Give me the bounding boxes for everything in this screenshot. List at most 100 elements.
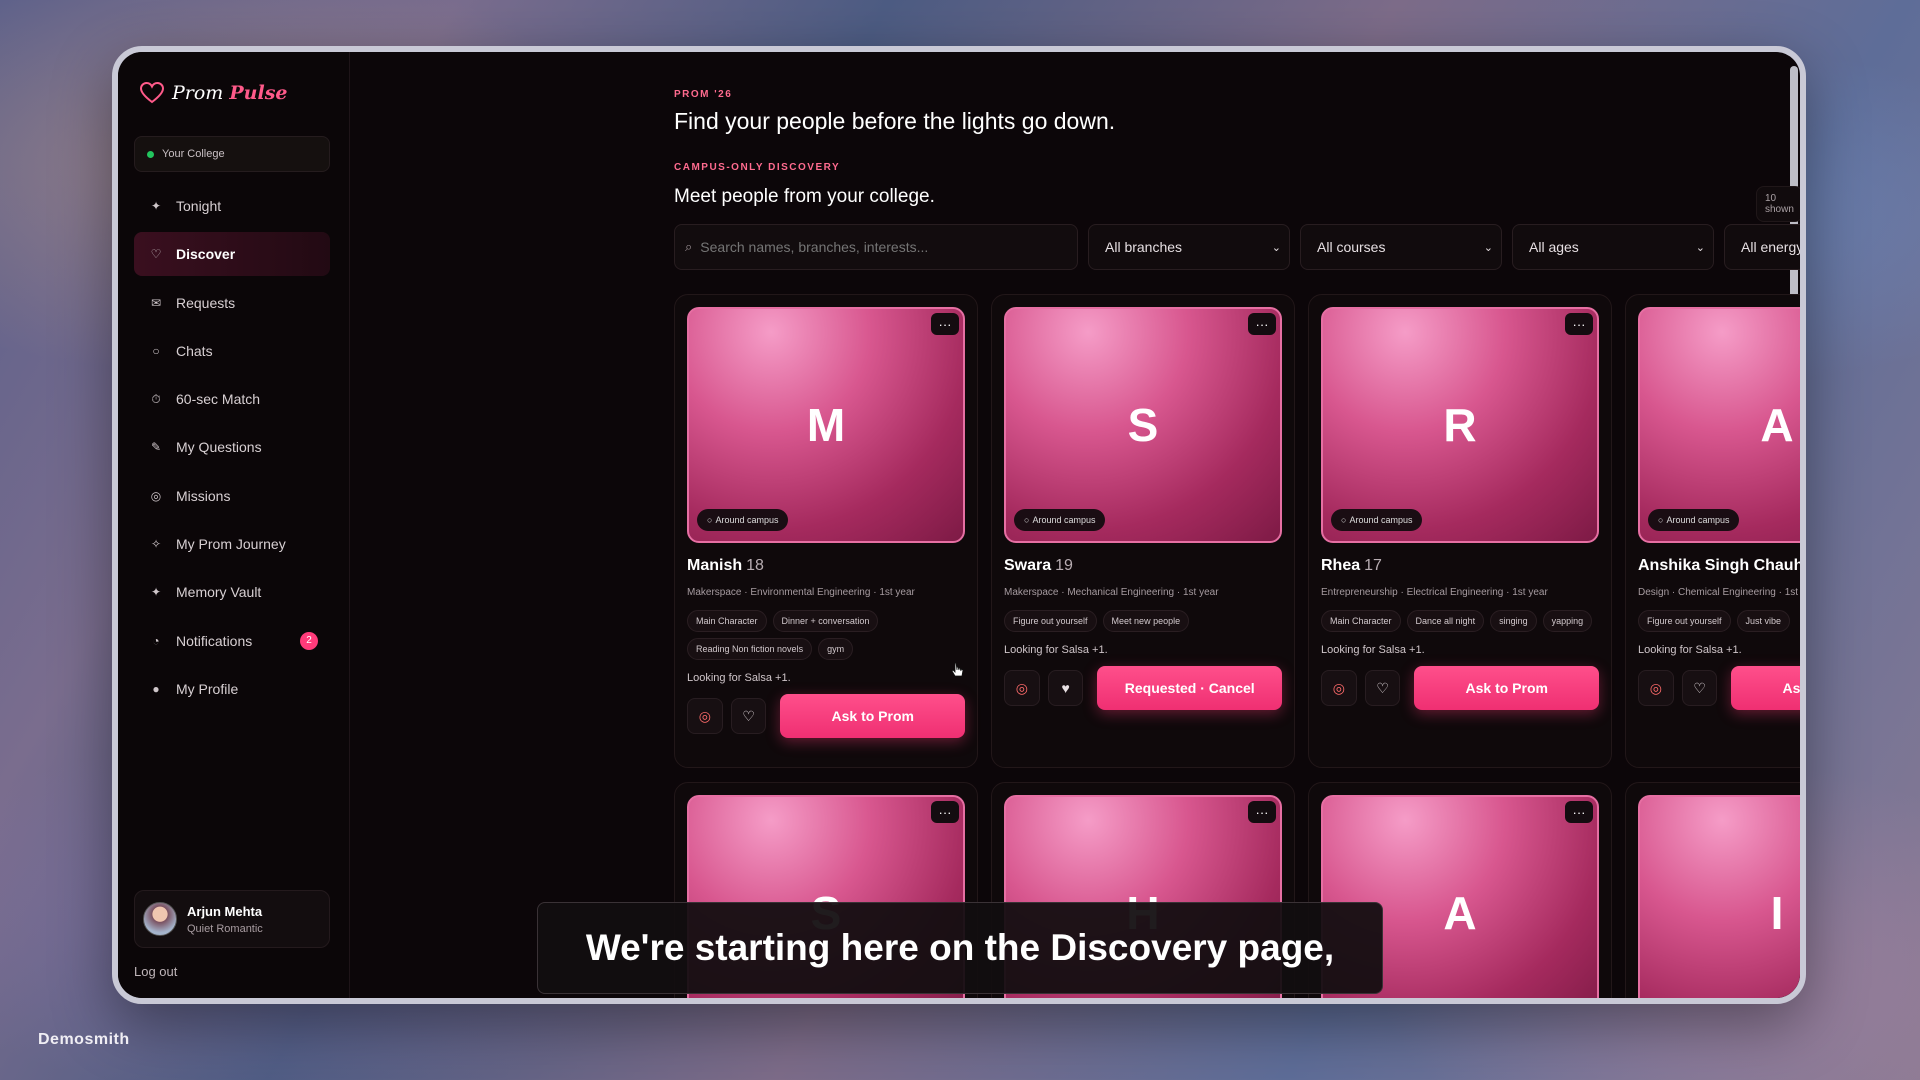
search-box[interactable]: ⌕ [674, 224, 1078, 270]
sidebar-item-label: Discover [176, 246, 236, 263]
location-label: Around campus [715, 515, 779, 525]
interest-tag: Figure out yourself [1638, 610, 1731, 632]
sidebar-item-my-questions[interactable]: ✎ My Questions [134, 425, 330, 469]
sidebar-item-label: My Profile [176, 680, 239, 697]
more-options-button[interactable]: ··· [931, 801, 959, 823]
tag-list: Main Character Dance all night singing yapp… [1321, 610, 1599, 632]
chevron-down-icon: ⌄ [1695, 241, 1705, 254]
more-options-button[interactable]: ··· [931, 313, 959, 335]
heart-icon: ♥ [1061, 680, 1070, 696]
cancel-request-button[interactable]: Requested · Cancel [1097, 666, 1282, 710]
like-button[interactable]: ♡ [730, 698, 767, 734]
profile-meta: Makerspace · Mechanical Engineering · 1s… [1004, 587, 1219, 598]
location-chip: ○ Around campus [1331, 509, 1423, 531]
sidebar-item-60-sec-match[interactable]: ⏱ 60-sec Match [134, 377, 330, 421]
logo[interactable]: Prom Pulse [140, 82, 287, 104]
interest-tag: Meet new people [1102, 610, 1190, 632]
profile-card: R ··· ○ Around campus Rhea 17 Entrepreneurship… [1308, 294, 1612, 768]
ask-to-prom-button[interactable]: Ask to Prom [1414, 666, 1599, 710]
sidebar-item-label: Memory Vault [176, 584, 262, 601]
ages-select[interactable]: All ages ⌄ [1512, 224, 1714, 270]
branches-select[interactable]: All branches ⌄ [1088, 224, 1290, 270]
search-input[interactable] [700, 239, 1061, 255]
profile-initial: I [1770, 887, 1784, 939]
user-card[interactable]: Arjun Mehta Quiet Romantic [134, 890, 330, 948]
energy-select[interactable]: All energy ⌄ [1724, 224, 1804, 270]
courses-select[interactable]: All courses ⌄ [1300, 224, 1502, 270]
profile-card: A···○Around campusAnshika Singh Chauhan1… [1625, 294, 1806, 768]
my-prom-journey-icon: ✧ [150, 537, 162, 552]
location-label: Around campus [1032, 515, 1096, 525]
like-button[interactable]: ♡ [1364, 670, 1401, 706]
target-button[interactable]: ◎ [1004, 670, 1040, 706]
logo-text: Prom Pulse [172, 82, 288, 104]
target-button[interactable]: ◎ [687, 698, 723, 734]
sidebar-item-label: Requests [176, 294, 236, 311]
sidebar-item-notifications[interactable]: ◔ Notifications 2 [134, 619, 330, 663]
status-dot-icon [147, 150, 154, 158]
heart-icon: ♡ [1376, 679, 1389, 696]
location-icon: ○ [1024, 515, 1030, 525]
sidebar-item-label: Chats [176, 342, 213, 359]
sidebar-item-memory-vault[interactable]: ✦ Memory Vault [134, 570, 330, 614]
interest-tag: Just vibe [1736, 610, 1791, 632]
profile-photo[interactable]: R ··· ○ Around campus [1321, 307, 1599, 543]
profile-name: Swara [1004, 557, 1052, 574]
like-button[interactable]: ♥ [1047, 670, 1084, 706]
profile-name-row: Rhea 17 [1321, 557, 1599, 575]
search-icon: ⌕ [685, 239, 693, 254]
card-actions: ◎ ♡ Ask to Prom [687, 694, 965, 738]
interest-tag: Dance all night [1406, 610, 1485, 632]
tag-list: Figure out yourself Meet new people [1004, 610, 1282, 632]
profile-initial: R [1443, 399, 1477, 451]
sidebar-item-tonight[interactable]: ✦ Tonight [134, 184, 330, 228]
target-button[interactable]: ◎ [1321, 670, 1357, 706]
target-icon: ◎ [1015, 679, 1028, 696]
logout-link[interactable]: Log out [134, 964, 177, 979]
target-icon: ◎ [1649, 679, 1662, 696]
sidebar-nav: ✦ Tonight ♡ Discover ✉ Requests ○ Chats ⏱ 60-sec … [134, 184, 330, 715]
looking-for-text: Looking for Salsa +1. [687, 672, 791, 684]
sidebar-item-label: My Prom Journey [176, 536, 286, 553]
app-window: Prom Pulse Your College ✦ Tonight ♡ Discove… [112, 46, 1806, 1004]
college-selector[interactable]: Your College [134, 136, 330, 172]
sidebar-item-missions[interactable]: ◎ Missions [134, 474, 330, 518]
like-button[interactable]: ♡ [1681, 670, 1718, 706]
ask-to-prom-button[interactable]: Ask to Prom [780, 694, 965, 738]
ask-to-prom-button[interactable]: Ask to Prom [1731, 666, 1800, 710]
profile-meta: Entrepreneurship · Electrical Engineerin… [1321, 587, 1548, 598]
more-options-button[interactable]: ··· [1248, 313, 1276, 335]
sidebar-item-chats[interactable]: ○ Chats [134, 329, 330, 373]
sidebar-item-label: Tonight [176, 198, 222, 214]
profile-card: I··· [1625, 782, 1800, 998]
sidebar-item-my-profile[interactable]: ● My Profile [134, 667, 330, 711]
filters-bar: ⌕ All branches ⌄ All courses ⌄ All ages … [674, 224, 1804, 270]
prom-eyebrow: PROM '26 [674, 89, 733, 100]
sidebar-item-discover[interactable]: ♡ Discover [134, 232, 330, 277]
profile-name: Anshika Singh Chauhan [1638, 557, 1806, 574]
requests-icon: ✉ [150, 295, 162, 310]
tonight-icon: ✦ [150, 199, 162, 213]
chats-icon: ○ [152, 343, 160, 358]
sidebar: Prom Pulse Your College ✦ Tonight ♡ Discove… [118, 52, 350, 998]
location-chip: ○ Around campus [1648, 509, 1740, 531]
looking-for-text: Looking for Salsa +1. [1004, 644, 1108, 656]
page-title: Find your people before the lights go do… [674, 108, 1116, 134]
more-options-button[interactable]: ··· [1565, 801, 1593, 823]
section-title: Meet people from your college. [674, 186, 935, 207]
target-button[interactable]: ◎ [1638, 670, 1674, 706]
sidebar-item-my-prom-journey[interactable]: ✧ My Prom Journey [134, 522, 330, 566]
energy-value: All energy [1741, 239, 1804, 255]
heart-icon: ♡ [742, 707, 755, 724]
profile-name: Rhea [1321, 557, 1361, 574]
profile-photo[interactable]: S ··· ○ Around campus [1004, 307, 1282, 543]
more-options-button[interactable]: ··· [1248, 801, 1276, 823]
profile-photo[interactable]: I··· [1638, 795, 1800, 998]
college-label: Your College [162, 148, 225, 160]
sidebar-item-requests[interactable]: ✉ Requests [134, 281, 330, 325]
more-options-button[interactable]: ··· [1565, 313, 1593, 335]
profile-photo[interactable]: A···○Around campus [1638, 307, 1800, 543]
my-profile-icon: ● [152, 681, 160, 696]
profile-photo[interactable]: M ··· ○ Around campus [687, 307, 965, 543]
profile-age: 17 [1364, 557, 1382, 574]
